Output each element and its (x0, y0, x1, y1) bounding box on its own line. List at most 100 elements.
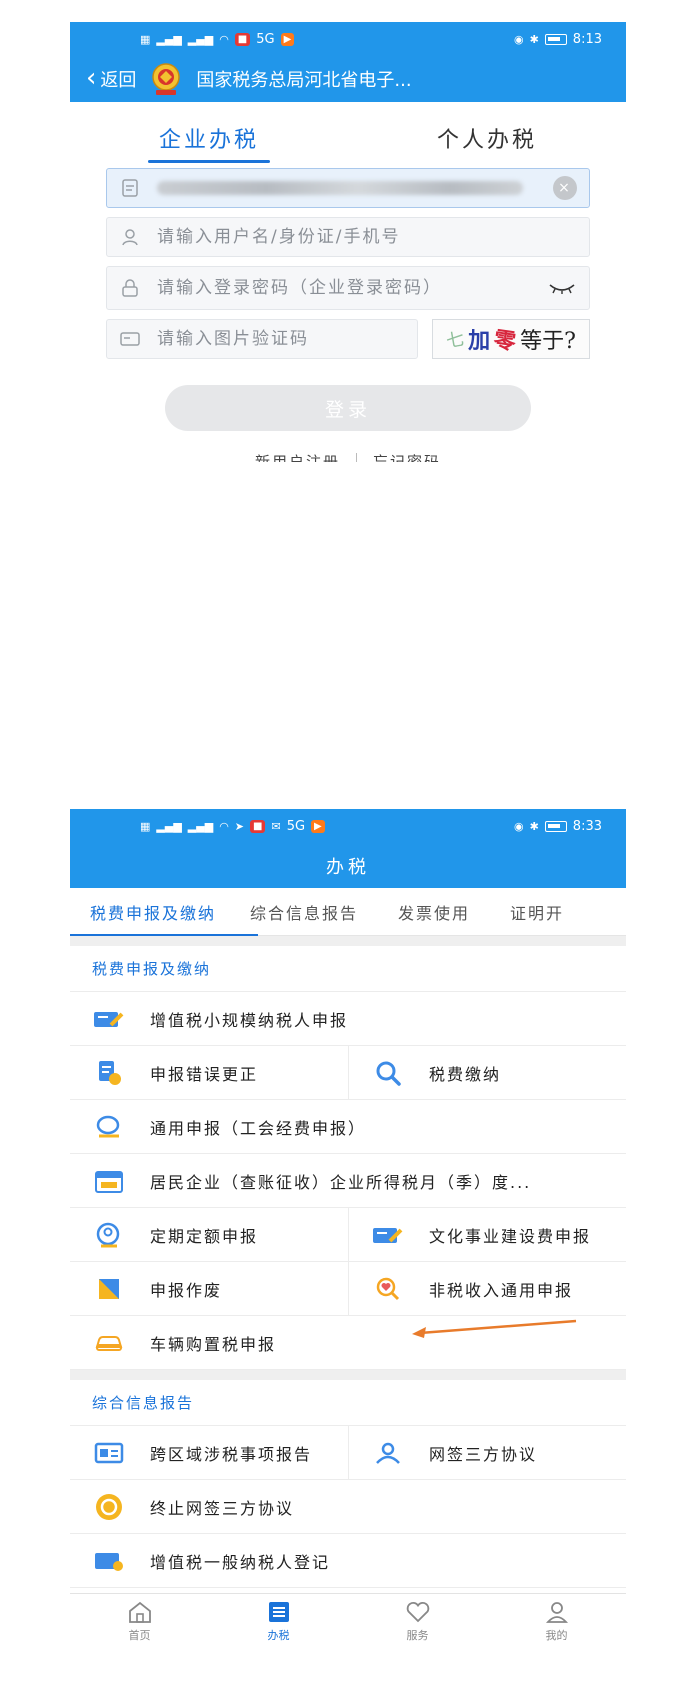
menu-item-tripartite[interactable]: 网签三方协议 (348, 1426, 626, 1479)
tax-menu-screen: ▦ ▂▄▆ ▂▄▆ ◠ ➤ ■ ✉ 5G ▶ ◉ ✱ 8:33 办税 税费申报及… (70, 809, 626, 1649)
menu-row: 跨区域涉税事项报告 网签三方协议 (70, 1426, 626, 1480)
tax-type-tabs: 企业办税 个人办税 (70, 102, 626, 168)
wifi-icon: ◠ (219, 32, 229, 46)
stop-circle-icon (92, 1493, 126, 1520)
menu-item-culture-fee[interactable]: 文化事业建设费申报 (348, 1208, 626, 1261)
captcha-card-icon (120, 332, 140, 346)
sim-icon: ▦ (140, 32, 151, 46)
chevron-left-icon: ‹ (86, 62, 97, 93)
eye-closed-icon[interactable] (547, 281, 577, 295)
menu-row: 申报错误更正 税费缴纳 (70, 1046, 626, 1100)
network-type: 5G (256, 31, 275, 47)
annotation-arrow-icon (412, 1319, 577, 1338)
network-type: 5G (286, 818, 306, 834)
status-bar: ▦ ▂▄▆ ▂▄▆ ◠ ➤ ■ ✉ 5G ▶ ◉ ✱ 8:33 (70, 809, 626, 843)
section-gap (70, 936, 626, 946)
clear-icon[interactable]: × (553, 176, 577, 200)
void-document-icon (92, 1277, 126, 1301)
notification-icon: ■ (234, 32, 251, 46)
password-placeholder: 请输入登录密码（企业登录密码） (157, 277, 442, 298)
nav-home[interactable]: 首页 (70, 1594, 209, 1649)
register-link[interactable]: 新用户注册 (255, 451, 340, 462)
app-badge-icon: ▶ (280, 32, 295, 46)
menu-item-non-tax-income[interactable]: 非税收入通用申报 (348, 1262, 626, 1315)
signal-icon-2: ▂▄▆ (187, 32, 214, 46)
notification-icon: ■ (250, 819, 266, 833)
heart-icon (406, 1601, 429, 1623)
section-title: 税费申报及缴纳 (70, 946, 626, 992)
alarm-icon: ◉ (513, 819, 524, 833)
menu-item-resident-enterprise[interactable]: 居民企业（查账征收）企业所得税月（季）度... (70, 1154, 626, 1207)
nav-tax[interactable]: 办税 (209, 1594, 348, 1649)
bluetooth-icon: ✱ (529, 32, 539, 46)
page-title: 国家税务总局河北省电子... (196, 70, 412, 91)
taxpayer-id-field[interactable]: × (106, 168, 590, 208)
captcha-char: 等于? (520, 329, 576, 354)
wifi-icon: ◠ (219, 819, 229, 833)
menu-item-label: 增值税一般纳税人登记 (150, 1552, 331, 1572)
menu-item-label: 网签三方协议 (429, 1444, 538, 1464)
tab-info-report[interactable]: 综合信息报告 (250, 900, 358, 924)
person-icon (545, 1602, 568, 1623)
captcha-image[interactable]: 七 加 零 等于? (432, 319, 590, 359)
app-badge-icon: ▶ (311, 819, 325, 833)
login-button[interactable]: 登录 (165, 385, 531, 431)
sim-icon: ▦ (140, 819, 151, 833)
battery-icon (544, 33, 567, 45)
battery-icon (544, 820, 567, 832)
tab-enterprise[interactable]: 企业办税 (70, 102, 348, 168)
car-icon (92, 1331, 126, 1355)
menu-item-vat-general-registration[interactable]: 增值税一般纳税人登记 (70, 1534, 626, 1587)
menu-row: 通用申报（工会经费申报） (70, 1100, 626, 1154)
tab-invoice[interactable]: 发票使用 (398, 900, 470, 924)
password-field[interactable]: 请输入登录密码（企业登录密码） (106, 266, 590, 310)
captcha-char: 七 (444, 328, 467, 353)
nav-me[interactable]: 我的 (487, 1594, 626, 1649)
menu-row: 终止网签三方协议 (70, 1480, 626, 1534)
menu-item-cross-region[interactable]: 跨区域涉税事项报告 (70, 1426, 348, 1479)
page-title: 办税 (70, 843, 626, 888)
user-badge-icon (92, 1222, 126, 1247)
captcha-row: 请输入图片验证码 七 加 零 等于? (106, 319, 590, 359)
menu-item-general-filing[interactable]: 通用申报（工会经费申报） (70, 1100, 626, 1153)
document-icon (122, 179, 138, 197)
document-gear-icon (92, 1060, 126, 1085)
menu-item-terminate-tripartite[interactable]: 终止网签三方协议 (70, 1480, 626, 1533)
username-field[interactable]: 请输入用户名/身份证/手机号 (106, 217, 590, 257)
tab-tax-filing[interactable]: 税费申报及缴纳 (90, 900, 216, 924)
menu-item-vat-small-scale[interactable]: 增值税小规模纳税人申报 (70, 992, 626, 1045)
user-icon (122, 229, 138, 246)
tab-certificate[interactable]: 证明开 (510, 900, 564, 924)
menu-item-payment[interactable]: 税费缴纳 (348, 1046, 626, 1099)
nav-label: 办税 (267, 1629, 290, 1642)
signal-icon: ▂▄▆ (156, 819, 182, 833)
menu-row: 居民企业（查账征收）企业所得税月（季）度... (70, 1154, 626, 1208)
menu-item-label: 申报错误更正 (150, 1064, 259, 1084)
signal-icon: ▂▄▆ (156, 32, 182, 46)
username-placeholder: 请输入用户名/身份证/手机号 (157, 226, 401, 247)
menu-item-fixed-quota[interactable]: 定期定额申报 (70, 1208, 348, 1261)
captcha-field[interactable]: 请输入图片验证码 (106, 319, 418, 359)
section-gap (70, 1370, 626, 1380)
login-screen: ▦ ▂▄▆ ▂▄▆ ◠ ■ 5G ▶ ◉ ✱ 8:13 ‹ 返回 国家税务总局河… (70, 22, 626, 462)
forgot-password-link[interactable]: 忘记密码 (373, 451, 441, 462)
nav-service[interactable]: 服务 (348, 1594, 487, 1649)
top-nav-bar: ‹ 返回 国家税务总局河北省电子... (70, 56, 626, 102)
menu-item-correction[interactable]: 申报错误更正 (70, 1046, 348, 1099)
menu-row: 增值税一般纳税人登记 (70, 1534, 626, 1588)
menu-item-label: 文化事业建设费申报 (429, 1226, 592, 1246)
home-icon (128, 1601, 151, 1623)
back-button[interactable]: ‹ 返回 (86, 62, 136, 93)
edit-card-icon (92, 1007, 126, 1031)
tab-personal[interactable]: 个人办税 (348, 102, 626, 168)
menu-row: 定期定额申报 文化事业建设费申报 (70, 1208, 626, 1262)
active-tab-indicator (70, 934, 258, 936)
menu-item-label: 增值税小规模纳税人申报 (150, 1010, 349, 1030)
category-tabs: 税费申报及缴纳 综合信息报告 发票使用 证明开 (70, 888, 626, 936)
active-tab-indicator (148, 160, 270, 163)
menu-item-void-filing[interactable]: 申报作废 (70, 1262, 348, 1315)
status-bar: ▦ ▂▄▆ ▂▄▆ ◠ ■ 5G ▶ ◉ ✱ 8:13 (70, 22, 626, 56)
clock: 8:13 (572, 31, 602, 47)
lock-icon (122, 279, 138, 297)
tax-emblem-icon (152, 63, 181, 95)
